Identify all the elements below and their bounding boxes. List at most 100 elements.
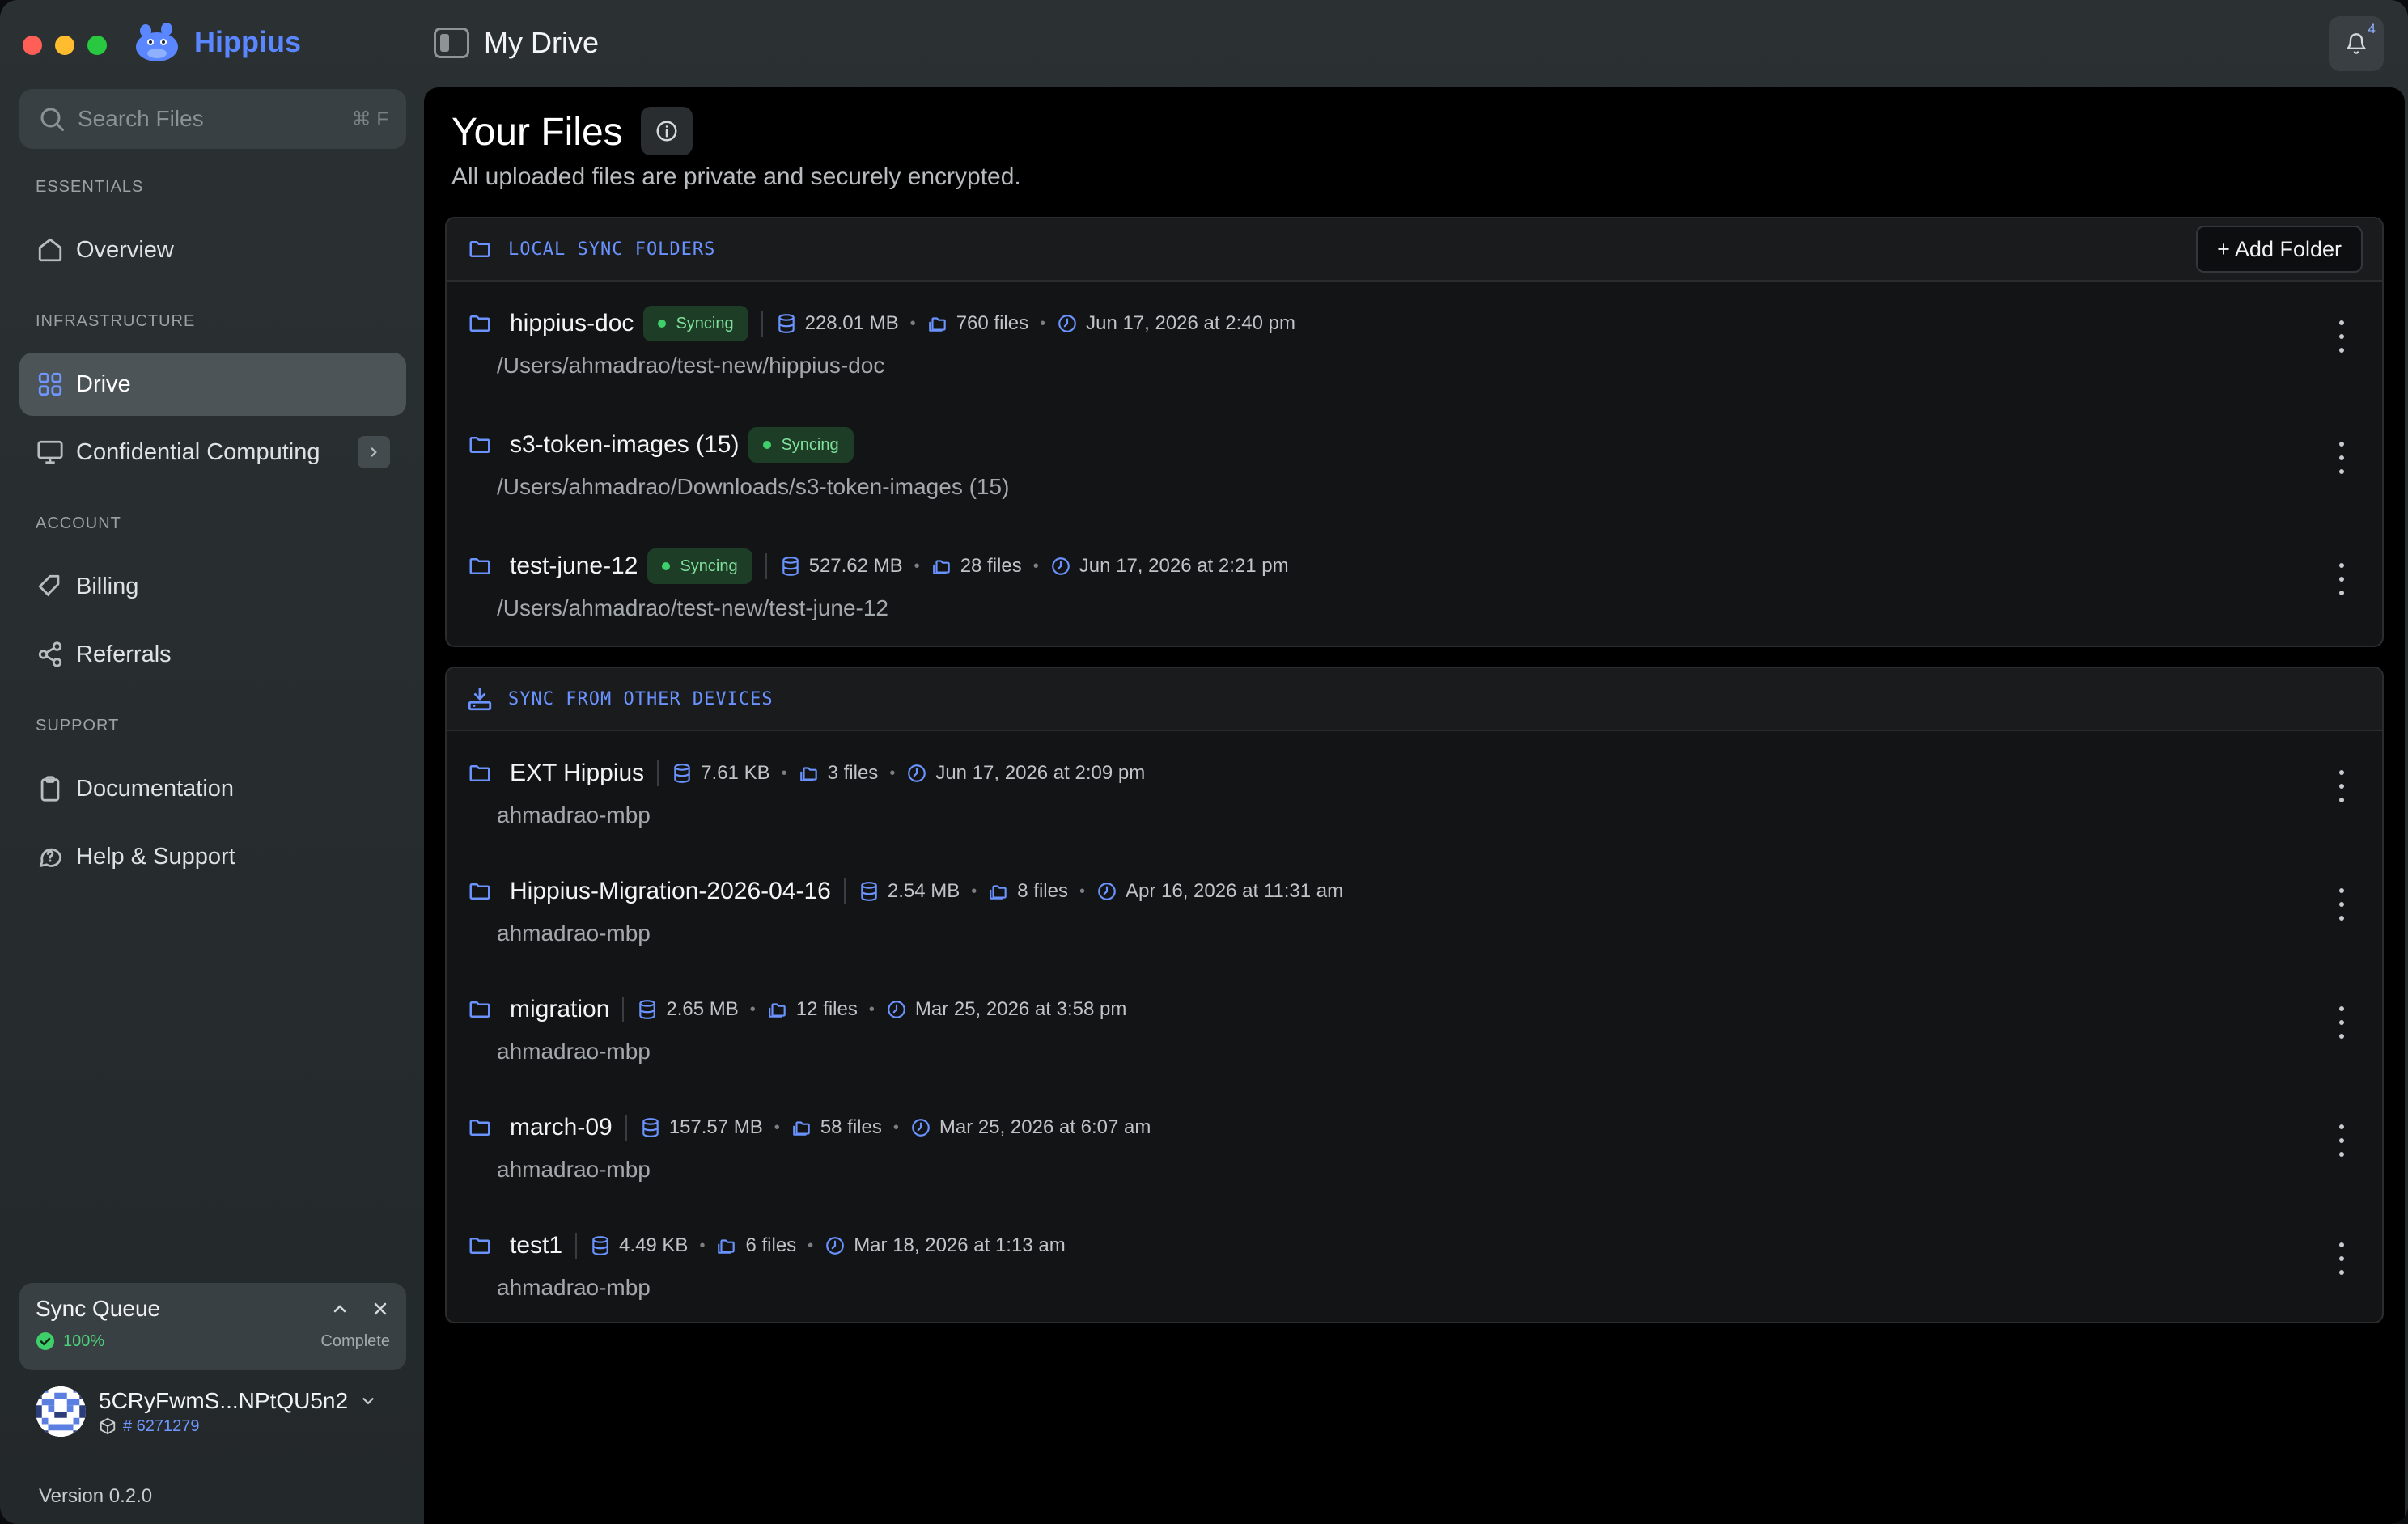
more-vertical-icon[interactable] [2334,563,2350,595]
file-count: 12 files [795,998,858,1020]
list-item[interactable]: test-june-12 Syncing 527.62 MB • 28 file… [447,524,2382,646]
last-sync-date: Jun 17, 2026 at 2:21 pm [1079,555,1289,577]
search-icon [40,108,64,131]
app-window: Hippius My Drive 4 Search Files ⌘ F ESSE… [0,0,2408,1524]
sidebar: Search Files ⌘ F ESSENTIALS Overview INF… [0,81,424,1524]
more-vertical-icon[interactable] [2334,1124,2350,1157]
sidebar-item-label: Referrals [76,641,172,667]
more-vertical-icon[interactable] [2334,320,2350,353]
list-item[interactable]: march-09 157.57 MB • 58 files • Mar 25, … [447,1086,2382,1204]
close-window-button[interactable] [23,36,42,55]
sidebar-toggle-button[interactable] [434,28,469,58]
sync-queue-panel[interactable]: Sync Queue 100% Complete [19,1283,406,1370]
chevron-right-icon[interactable] [358,436,390,468]
more-vertical-icon[interactable] [2334,770,2350,802]
check-circle-icon [36,1332,54,1350]
sidebar-item-referrals[interactable]: Referrals [19,623,406,686]
list-item[interactable]: test1 4.49 KB • 6 files • Mar 18, 2026 a… [447,1204,2382,1322]
sidebar-item-label: Drive [76,370,131,397]
folder-icon [469,1120,490,1136]
sync-status: Complete [320,1331,390,1350]
last-sync-date: Jun 17, 2026 at 2:40 pm [1086,312,1295,334]
page-title: My Drive [484,26,599,59]
files-icon [932,560,950,574]
list-item[interactable]: hippius-doc Syncing 228.01 MB • 760 file… [447,282,2382,403]
folder-name: march-09 [510,1114,613,1141]
folder-icon [469,1001,490,1018]
folder-name: hippius-doc [510,310,634,337]
download-device-icon [468,687,492,711]
list-item[interactable]: migration 2.65 MB • 12 files • Mar 25, 2… [447,967,2382,1086]
files-subtitle: All uploaded files are private and secur… [451,163,1021,190]
folder-name: migration [510,996,610,1022]
minimize-window-button[interactable] [55,36,74,55]
list-item[interactable]: EXT Hippius 7.61 KB • 3 files • Jun 17, … [447,731,2382,849]
last-sync-date: Apr 16, 2026 at 11:31 am [1126,880,1344,902]
section-account: ACCOUNT [36,514,121,532]
notifications-button[interactable]: 4 [2329,16,2384,71]
status-badge: Syncing [643,306,748,341]
more-vertical-icon[interactable] [2334,442,2350,474]
zoom-window-button[interactable] [87,36,107,55]
folder-size: 7.61 KB [701,762,770,784]
clock-icon [888,1001,905,1018]
section-essentials: ESSENTIALS [36,178,144,196]
app-name: Hippius [194,25,301,58]
status-badge: Syncing [647,548,752,584]
sidebar-item-help[interactable]: Help & Support [19,825,406,888]
more-vertical-icon[interactable] [2334,1006,2350,1039]
folder-path: /Users/ahmadrao/test-new/test-june-12 [497,595,888,620]
file-count: 3 files [827,762,879,784]
folder-size: 2.54 MB [887,880,960,902]
section-support: SUPPORT [36,717,120,734]
files-icon [928,317,946,332]
window-controls [23,36,107,55]
account-id: # 6271279 [123,1416,200,1435]
database-icon [674,764,690,783]
sidebar-item-documentation[interactable]: Documentation [19,757,406,820]
list-item[interactable]: Hippius-Migration-2026-04-16 2.54 MB • 8… [447,849,2382,967]
clock-icon [826,1237,845,1255]
folder-icon [469,241,490,257]
clipboard-icon [36,774,65,803]
folder-size: 4.49 KB [619,1234,689,1256]
folder-size: 2.65 MB [666,998,739,1020]
account-switcher[interactable]: 5CRyFwmS...NPtQU5n2 # 6271279 [36,1386,377,1437]
device-name: ahmadrao-mbp [497,802,651,828]
add-folder-button[interactable]: + Add Folder [2196,226,2363,273]
device-name: ahmadrao-mbp [497,1039,651,1064]
hippo-logo-icon [136,23,178,61]
chevron-down-icon [362,1397,374,1404]
file-count: 28 files [960,555,1022,577]
device-name: ahmadrao-mbp [497,1275,651,1300]
folder-name: EXT Hippius [510,760,645,786]
more-vertical-icon[interactable] [2334,888,2350,921]
clock-icon [1058,315,1076,332]
device-sync-label: SYNC FROM OTHER DEVICES [508,688,774,709]
info-button[interactable] [641,107,693,155]
clock-icon [908,764,926,782]
file-count: 6 files [745,1234,797,1256]
clock-icon [912,1119,930,1137]
folder-icon [469,315,490,332]
account-name: 5CRyFwmS...NPtQU5n2 [99,1387,349,1413]
files-icon [792,1121,810,1136]
clock-icon [1051,557,1070,575]
brand[interactable]: Hippius [133,19,301,65]
device-rows: EXT Hippius 7.61 KB • 3 files • Jun 17, … [447,731,2382,1322]
sidebar-item-confidential-computing[interactable]: Confidential Computing [19,421,406,484]
search-input[interactable]: Search Files ⌘ F [19,89,406,149]
sidebar-item-billing[interactable]: Billing [19,555,406,618]
folder-icon [469,883,490,900]
home-icon [36,235,65,265]
share-icon [36,640,65,669]
file-count: 58 files [820,1116,882,1138]
list-item[interactable]: s3-token-images (15) Syncing /Users/ahma… [447,403,2382,524]
sidebar-item-label: Documentation [76,775,235,802]
sidebar-item-overview[interactable]: Overview [19,218,406,282]
sidebar-item-drive[interactable]: Drive [19,353,406,416]
last-sync-date: Mar 25, 2026 at 3:58 pm [914,998,1127,1020]
chevron-up-icon[interactable] [330,1299,350,1319]
close-icon[interactable] [371,1299,390,1319]
more-vertical-icon[interactable] [2334,1242,2350,1275]
